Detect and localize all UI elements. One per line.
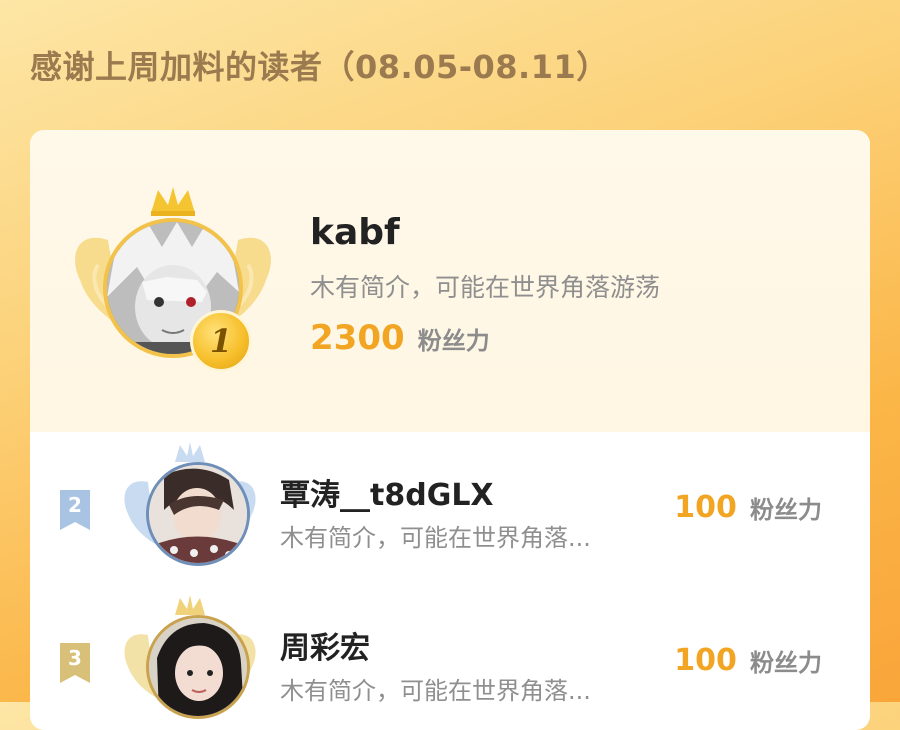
user-name[interactable]: 周彩宏	[280, 623, 370, 667]
list-item[interactable]: 2 覃涛__t8dGLX 木有简介，可能在世界角落... 100 粉丝力	[30, 432, 870, 582]
avatar-image	[149, 618, 247, 716]
fans-value: 100	[674, 490, 737, 525]
user-bio: 木有简介，可能在世界角落...	[280, 677, 591, 705]
ranking-card: 1 kabf 木有简介，可能在世界角落游荡 2300 粉丝力 2 覃涛__t8d…	[30, 130, 870, 730]
rank-badge: 3	[60, 643, 90, 683]
fans-power: 100 粉丝力	[674, 490, 822, 525]
list-item[interactable]: 3 周彩宏 木有简介，可能在世界角落... 100 粉丝力	[30, 585, 870, 730]
avatar-image	[149, 465, 247, 563]
avatar[interactable]	[146, 615, 250, 719]
rank-badge: 2	[60, 490, 90, 530]
fans-power: 2300 粉丝力	[310, 318, 490, 358]
user-bio: 木有简介，可能在世界角落游荡	[310, 273, 661, 302]
top-rank-entry[interactable]: 1 kabf 木有简介，可能在世界角落游荡 2300 粉丝力	[30, 130, 870, 432]
avatar[interactable]	[146, 462, 250, 566]
fans-label: 粉丝力	[750, 496, 822, 524]
page-title: 感谢上周加料的读者（08.05-08.11）	[30, 48, 609, 86]
rank-medal: 1	[190, 310, 252, 372]
fans-label: 粉丝力	[750, 649, 822, 677]
fans-value: 100	[674, 643, 737, 678]
user-name[interactable]: 覃涛__t8dGLX	[280, 470, 494, 514]
user-name[interactable]: kabf	[310, 212, 400, 253]
fans-power: 100 粉丝力	[674, 643, 822, 678]
fans-value: 2300	[310, 318, 405, 358]
fans-label: 粉丝力	[417, 326, 490, 355]
user-bio: 木有简介，可能在世界角落...	[280, 524, 591, 552]
